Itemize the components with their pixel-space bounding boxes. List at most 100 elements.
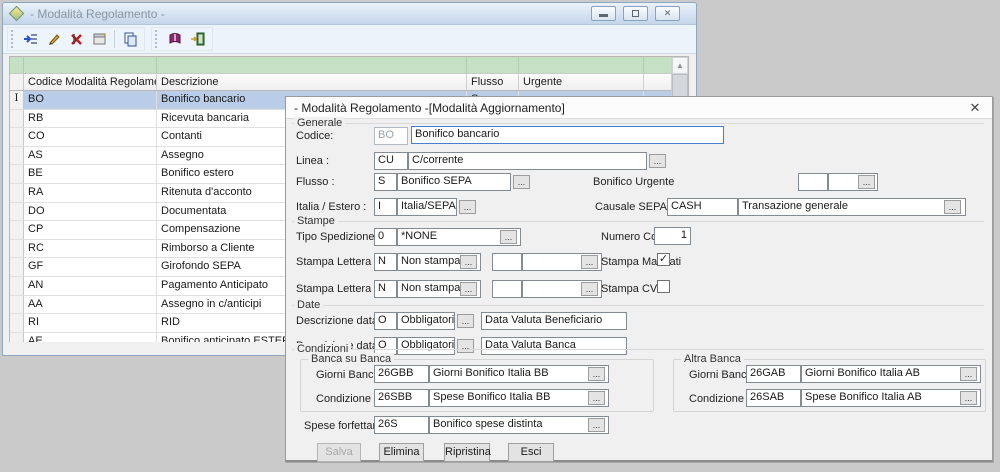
linea-lookup-button[interactable]: ... bbox=[649, 154, 666, 168]
maximize-icon bbox=[632, 10, 639, 17]
modalita-aggiornamento-dialog: - Modalità Regolamento -[Modalità Aggior… bbox=[285, 96, 993, 462]
banca-extra-code-input[interactable] bbox=[492, 280, 522, 298]
stampa-mandati-checkbox[interactable]: ✓ bbox=[657, 253, 670, 266]
row-selector-cell bbox=[10, 258, 24, 277]
italia-estero-code-input[interactable]: I bbox=[374, 198, 397, 216]
causale-sepa-code-input[interactable]: CASH bbox=[667, 198, 738, 216]
dialog-title: - Modalità Regolamento -[Modalità Aggior… bbox=[294, 101, 565, 115]
table-cell: DO bbox=[24, 203, 157, 222]
help-book-icon bbox=[167, 31, 183, 47]
date-section-label: Date bbox=[294, 299, 323, 311]
bb-giorni-desc-field: Giorni Bonifico Italia BB bbox=[429, 365, 609, 383]
edit-button[interactable] bbox=[42, 28, 65, 50]
header-urgente[interactable]: Urgente bbox=[519, 74, 644, 90]
row-selector-cell bbox=[10, 110, 24, 129]
minimize-button[interactable] bbox=[591, 6, 616, 21]
bb-spesa-desc-field: Spese Bonifico Italia BB bbox=[429, 389, 609, 407]
table-cell: CP bbox=[24, 221, 157, 240]
bb-giorni-lookup-button[interactable]: ... bbox=[588, 367, 605, 381]
fornitore-extra-lookup-button[interactable]: ... bbox=[581, 255, 598, 269]
table-group-band bbox=[10, 57, 688, 73]
ripristina-button[interactable]: Ripristina bbox=[444, 443, 490, 462]
delete-button[interactable] bbox=[65, 28, 88, 50]
data2-desc-input[interactable]: Data Valuta Banca bbox=[481, 337, 627, 355]
insert-record-button[interactable] bbox=[19, 28, 42, 50]
data1-lookup-button[interactable]: ... bbox=[457, 314, 474, 328]
properties-icon bbox=[92, 31, 108, 47]
dialog-close-button[interactable]: ✕ bbox=[966, 99, 984, 117]
linea-code-input[interactable]: CU bbox=[374, 152, 408, 170]
bb-spesa-lookup-button[interactable]: ... bbox=[588, 391, 605, 405]
bb-spesa-code-input[interactable]: 26SBB bbox=[374, 389, 429, 407]
ab-spesa-code-input[interactable]: 26SAB bbox=[746, 389, 801, 407]
elimina-button[interactable]: Elimina bbox=[379, 443, 424, 462]
table-header-row: Codice Modalità Regolamento Descrizione … bbox=[10, 73, 688, 91]
exit-button[interactable] bbox=[186, 28, 209, 50]
minimize-icon bbox=[599, 14, 608, 17]
condizioni-section-line bbox=[292, 349, 984, 350]
bb-giorni-code-input[interactable]: 26GBB bbox=[374, 365, 429, 383]
bonifico-urgente-code-input[interactable] bbox=[798, 173, 828, 191]
tipo-spedizione-code-input[interactable]: 0 bbox=[374, 228, 397, 246]
bonifico-urgente-lookup-button[interactable]: ... bbox=[858, 175, 875, 189]
copy-icon bbox=[122, 31, 138, 47]
data1-desc-input[interactable]: Data Valuta Beneficiario bbox=[481, 312, 627, 330]
toolbar-gripper[interactable] bbox=[11, 30, 15, 48]
data1-code-input[interactable]: O bbox=[374, 312, 397, 330]
fornitore-lookup-button[interactable]: ... bbox=[460, 255, 477, 269]
table-cell: RI bbox=[24, 314, 157, 333]
header-flusso[interactable]: Flusso bbox=[467, 74, 519, 90]
stampa-cvs-checkbox[interactable] bbox=[657, 280, 670, 293]
header-descrizione[interactable]: Descrizione bbox=[157, 74, 467, 90]
italia-estero-desc-field: Italia/SEPA bbox=[397, 198, 457, 216]
row-selector-cell bbox=[10, 221, 24, 240]
properties-button[interactable] bbox=[88, 28, 111, 50]
table-cell: CO bbox=[24, 128, 157, 147]
spese-lookup-button[interactable]: ... bbox=[588, 418, 605, 432]
table-cell: BO bbox=[24, 91, 157, 110]
fornitore-extra-code-input[interactable] bbox=[492, 253, 522, 271]
ab-giorni-code-input[interactable]: 26GAB bbox=[746, 365, 801, 383]
dialog-titlebar[interactable]: - Modalità Regolamento -[Modalità Aggior… bbox=[286, 97, 992, 119]
esci-button[interactable]: Esci bbox=[508, 443, 554, 462]
flusso-code-input[interactable]: S bbox=[374, 173, 397, 191]
row-selector-cell bbox=[10, 165, 24, 184]
toolbar-gripper-2[interactable] bbox=[155, 30, 159, 48]
tipo-spedizione-lookup-button[interactable]: ... bbox=[500, 230, 517, 244]
insert-record-icon bbox=[23, 31, 39, 47]
banca-extra-lookup-button[interactable]: ... bbox=[581, 282, 598, 296]
header-code[interactable]: Codice Modalità Regolamento bbox=[24, 74, 157, 90]
banca-code-input[interactable]: N bbox=[374, 280, 397, 298]
italia-estero-lookup-button[interactable]: ... bbox=[459, 200, 476, 214]
ab-giorni-desc-field: Giorni Bonifico Italia AB bbox=[801, 365, 981, 383]
maximize-button[interactable] bbox=[623, 6, 648, 21]
fornitore-code-input[interactable]: N bbox=[374, 253, 397, 271]
app-diamond-icon bbox=[9, 6, 25, 22]
row-selector-cell bbox=[10, 314, 24, 333]
copy-button[interactable] bbox=[118, 28, 141, 50]
banca-lookup-button[interactable]: ... bbox=[460, 282, 477, 296]
help-button[interactable] bbox=[163, 28, 186, 50]
spese-code-input[interactable]: 26S bbox=[374, 416, 429, 434]
window-title: - Modalità Regolamento - bbox=[30, 7, 165, 21]
flusso-lookup-button[interactable]: ... bbox=[513, 175, 530, 189]
causale-sepa-lookup-button[interactable]: ... bbox=[944, 200, 961, 214]
banca-su-banca-label: Banca su Banca bbox=[308, 353, 394, 365]
ab-spesa-lookup-button[interactable]: ... bbox=[960, 391, 977, 405]
stampe-section-label: Stampe bbox=[294, 215, 338, 227]
bonifico-urgente-label: Bonifico Urgente bbox=[593, 176, 674, 188]
row-selector-cell bbox=[10, 277, 24, 296]
numero-copie-input[interactable]: 1 bbox=[654, 227, 691, 245]
codice-desc-input[interactable]: Bonifico bancario bbox=[411, 126, 724, 144]
close-button[interactable]: ✕ bbox=[655, 6, 680, 21]
data2-lookup-button[interactable]: ... bbox=[457, 339, 474, 353]
scroll-up-icon[interactable]: ▲ bbox=[672, 57, 688, 74]
linea-label: Linea : bbox=[296, 155, 329, 167]
exit-door-icon bbox=[190, 31, 206, 47]
ab-giorni-lookup-button[interactable]: ... bbox=[960, 367, 977, 381]
table-cell: RC bbox=[24, 240, 157, 259]
delete-x-icon bbox=[69, 31, 85, 47]
window-titlebar[interactable]: - Modalità Regolamento - ✕ bbox=[3, 3, 696, 25]
row-selector-cell bbox=[10, 203, 24, 222]
row-selector-cell bbox=[10, 184, 24, 203]
